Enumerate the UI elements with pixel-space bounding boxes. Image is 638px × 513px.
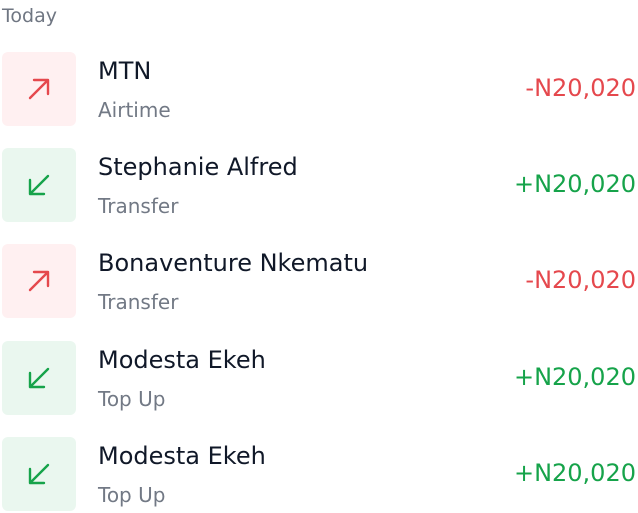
transaction-type: Top Up xyxy=(98,387,166,411)
transaction-name: Modesta Ekeh xyxy=(98,442,266,470)
transaction-amount: -N20,020 xyxy=(525,266,636,294)
transaction-name: MTN xyxy=(98,57,152,85)
arrow-up-right-icon xyxy=(2,52,76,126)
transaction-type: Top Up xyxy=(98,483,166,507)
transaction-row[interactable]: MTN Airtime -N20,020 xyxy=(0,52,638,128)
transaction-type: Airtime xyxy=(98,98,171,122)
transaction-amount: +N20,020 xyxy=(513,459,636,487)
arrow-down-left-icon xyxy=(2,341,76,415)
transaction-row[interactable]: Modesta Ekeh Top Up +N20,020 xyxy=(0,341,638,417)
transaction-name: Bonaventure Nkematu xyxy=(98,249,369,277)
arrow-down-left-icon xyxy=(2,148,76,222)
transaction-row[interactable]: Modesta Ekeh Top Up +N20,020 xyxy=(0,437,638,513)
arrow-down-left-icon xyxy=(2,437,76,511)
transaction-row[interactable]: Bonaventure Nkematu Transfer -N20,020 xyxy=(0,244,638,320)
transaction-amount: +N20,020 xyxy=(513,363,636,391)
section-label-today: Today xyxy=(2,5,57,27)
transaction-amount: -N20,020 xyxy=(525,74,636,102)
transaction-name: Modesta Ekeh xyxy=(98,346,266,374)
arrow-up-right-icon xyxy=(2,244,76,318)
transaction-type: Transfer xyxy=(98,290,179,314)
transaction-amount: +N20,020 xyxy=(513,170,636,198)
transaction-row[interactable]: Stephanie Alfred Transfer +N20,020 xyxy=(0,148,638,224)
transaction-type: Transfer xyxy=(98,194,179,218)
transaction-name: Stephanie Alfred xyxy=(98,153,298,181)
